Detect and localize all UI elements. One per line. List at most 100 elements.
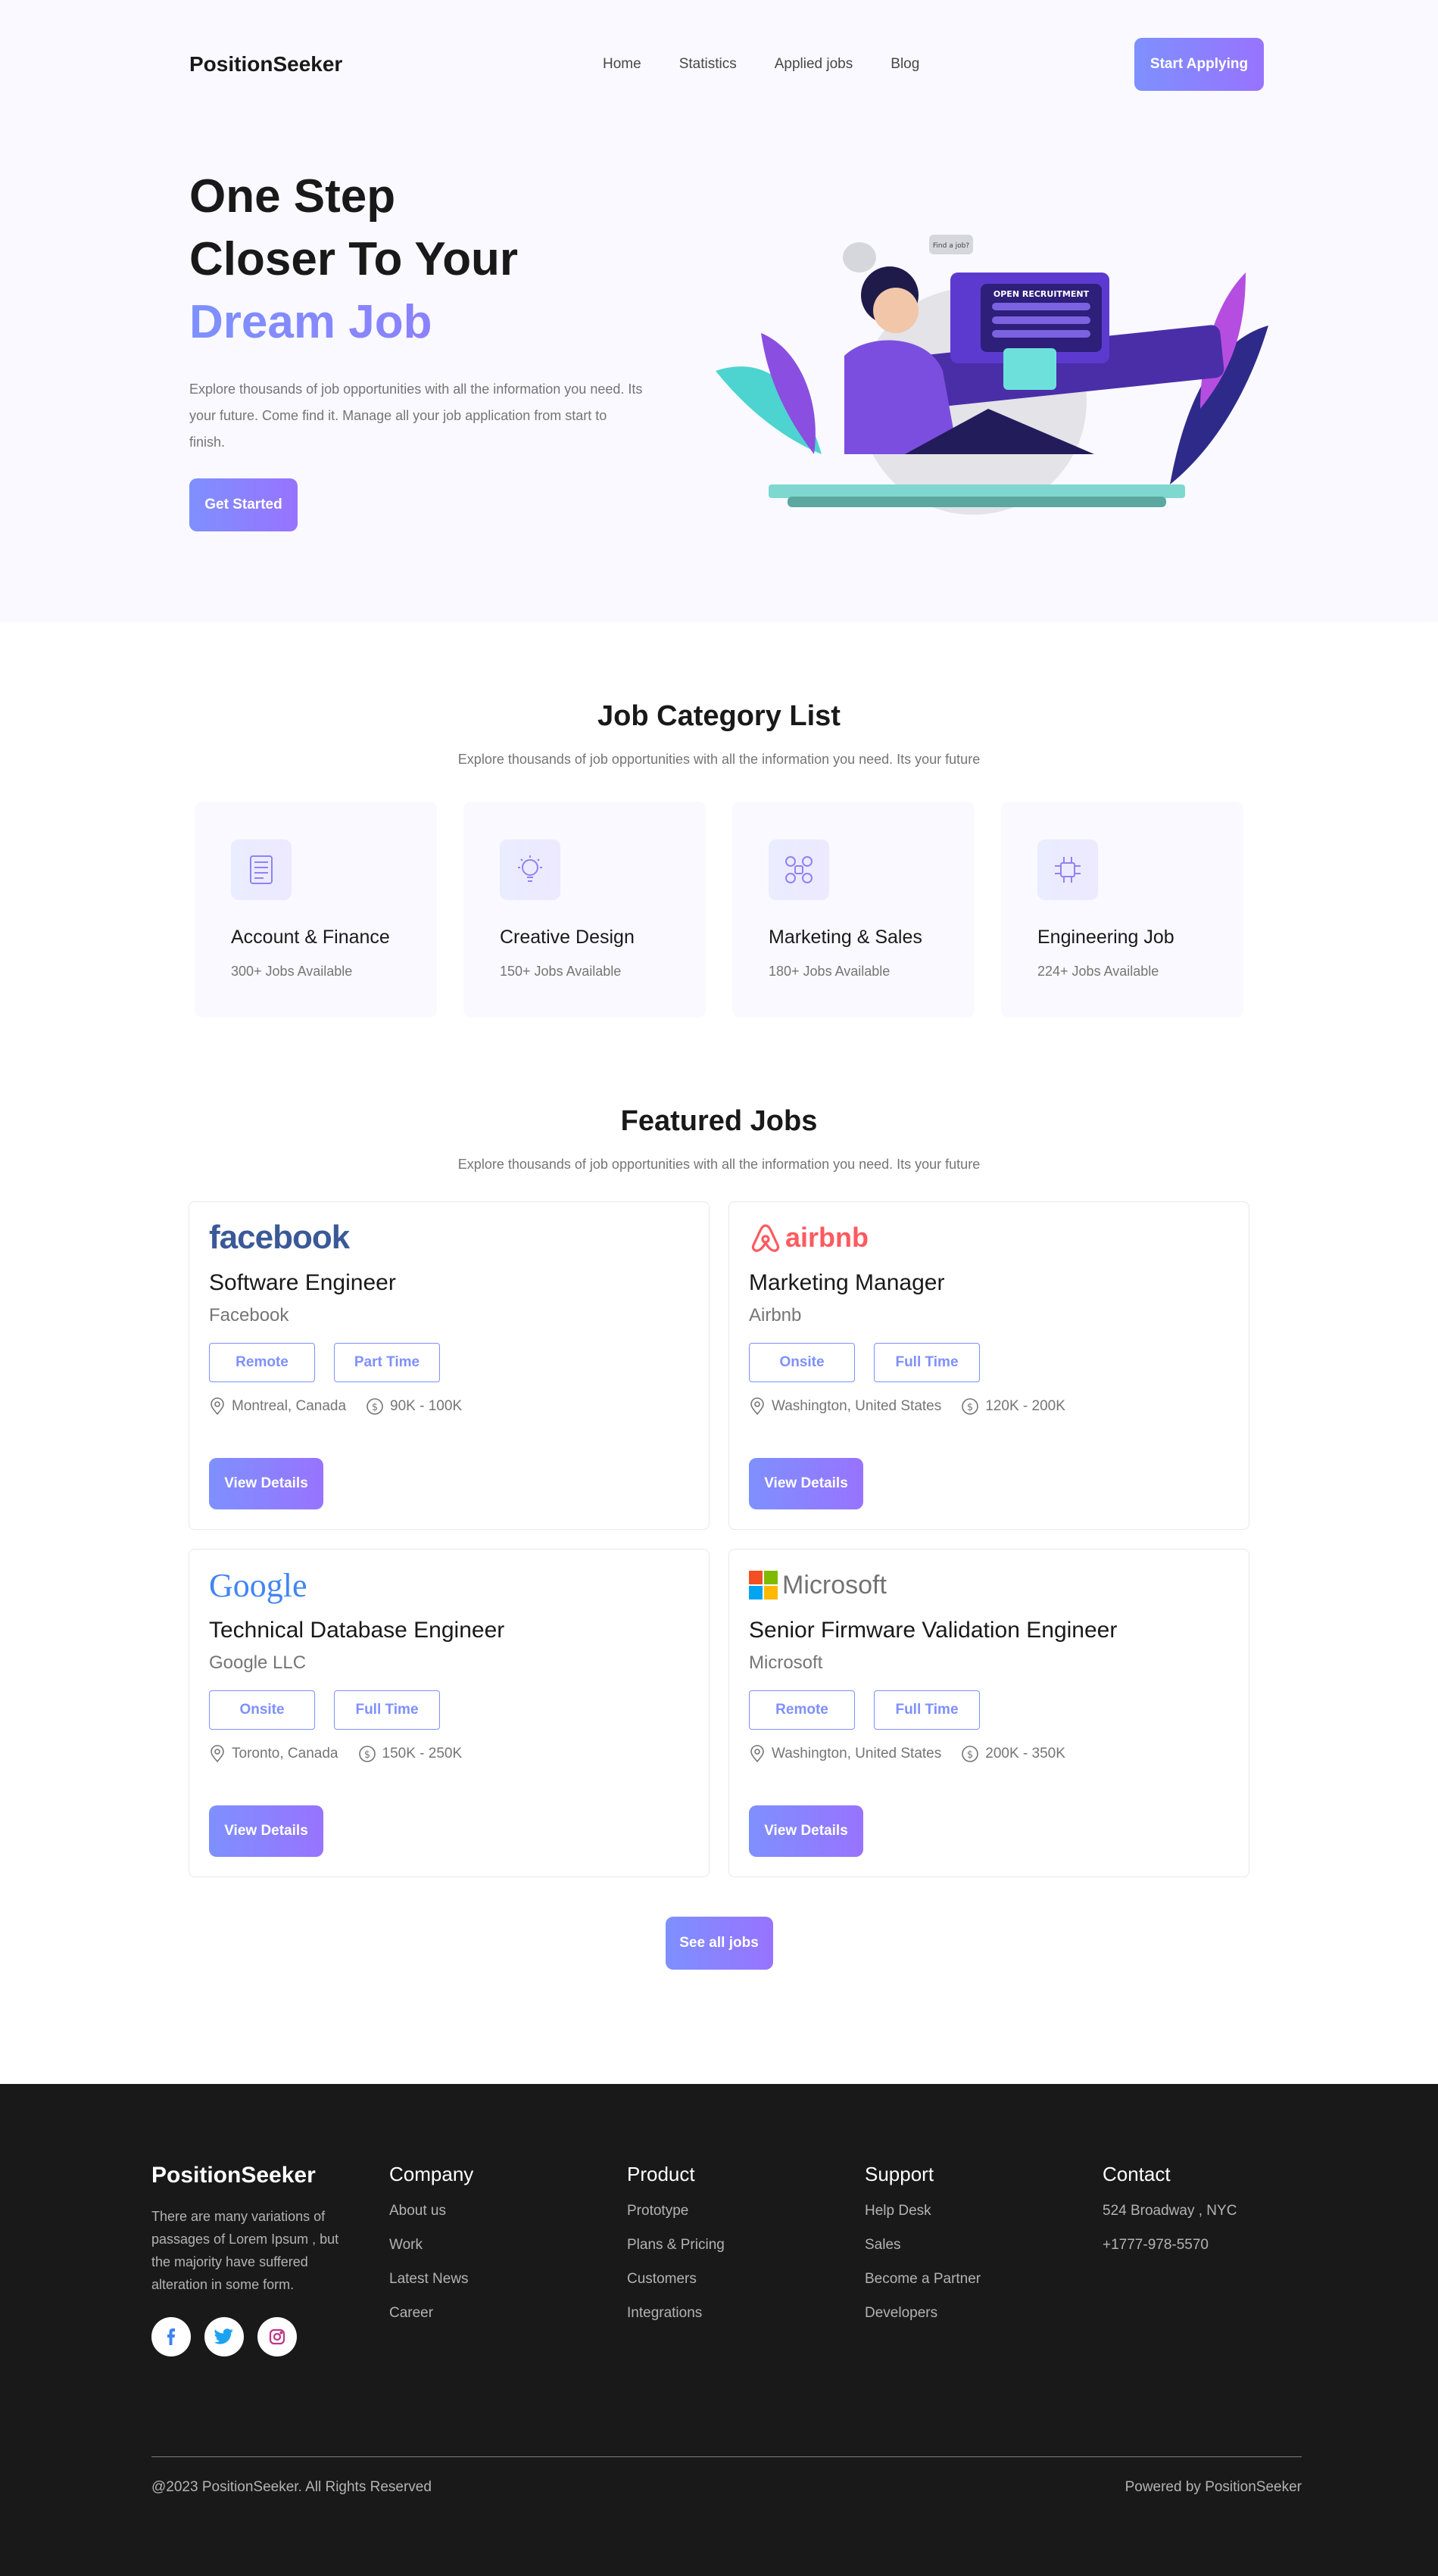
footer-link-work[interactable]: Work <box>389 2228 627 2262</box>
illustration-bubble-text: Find a job? <box>933 242 969 250</box>
category-count: 180+ Jobs Available <box>769 964 891 979</box>
job-card-senior-firmware-validation-engineer: Microsoft Senior Firmware Validation Eng… <box>728 1549 1249 1877</box>
view-details-button[interactable]: View Details <box>209 1805 323 1857</box>
featured-jobs-section: Featured Jobs Explore thousands of job o… <box>0 1105 1438 1970</box>
footer-brand[interactable]: PositionSeeker <box>151 2163 389 2188</box>
footer-powered-by: Powered by PositionSeeker <box>1125 2479 1302 2495</box>
hero-title-accent: Dream Job <box>189 291 659 354</box>
footer-link-customers[interactable]: Customers <box>627 2262 865 2296</box>
svg-text:$: $ <box>967 1749 973 1761</box>
job-tags: Onsite Full Time <box>209 1690 689 1730</box>
svg-text:$: $ <box>372 1402 378 1413</box>
dollar-icon: $ <box>367 1398 383 1415</box>
footer-link-about-us[interactable]: About us <box>389 2194 627 2228</box>
category-count: 224+ Jobs Available <box>1037 964 1159 979</box>
footer-link-plans-pricing[interactable]: Plans & Pricing <box>627 2228 865 2262</box>
twitter-icon[interactable] <box>204 2317 244 2356</box>
job-tag-part-time: Part Time <box>334 1343 440 1382</box>
google-logo: Google <box>209 1566 307 1604</box>
job-tag-remote: Remote <box>209 1343 315 1382</box>
job-category-section: Job Category List Explore thousands of j… <box>0 700 1438 1017</box>
footer-link-latest-news[interactable]: Latest News <box>389 2262 627 2296</box>
job-tag-remote: Remote <box>749 1690 855 1730</box>
category-name: Creative Design <box>500 927 635 948</box>
footer-heading-support: Support <box>865 2163 934 2185</box>
footer-copyright: @2023 PositionSeeker. All Rights Reserve… <box>151 2479 432 2495</box>
footer-heading-contact: Contact <box>1103 2163 1171 2185</box>
location-pin-icon <box>211 1397 224 1416</box>
view-details-button[interactable]: View Details <box>749 1458 863 1509</box>
job-tag-full-time: Full Time <box>874 1690 980 1730</box>
dollar-icon: $ <box>962 1746 979 1762</box>
footer-phone[interactable]: +1777-978-5570 <box>1103 2228 1277 2262</box>
see-all-jobs-button[interactable]: See all jobs <box>665 1917 773 1970</box>
footer-link-developers[interactable]: Developers <box>865 2296 1103 2330</box>
footer-link-career[interactable]: Career <box>389 2296 627 2330</box>
footer-link-prototype[interactable]: Prototype <box>627 2194 865 2228</box>
nav-link-applied-jobs[interactable]: Applied jobs <box>775 56 853 73</box>
view-details-button[interactable]: View Details <box>749 1805 863 1857</box>
facebook-icon[interactable] <box>151 2317 191 2356</box>
nav-link-blog[interactable]: Blog <box>891 56 919 73</box>
footer-divider <box>151 2456 1302 2457</box>
instagram-icon[interactable] <box>257 2317 297 2356</box>
svg-text:$: $ <box>967 1402 973 1413</box>
footer-support: Support Help Desk Sales Become a Partner… <box>865 2160 1103 2356</box>
category-list: Account & Finance 300+ Jobs Available Cr… <box>0 802 1438 1017</box>
footer-link-help-desk[interactable]: Help Desk <box>865 2194 1103 2228</box>
nav-link-home[interactable]: Home <box>603 56 641 73</box>
footer-link-become-partner[interactable]: Become a Partner <box>865 2262 1103 2296</box>
job-company: Airbnb <box>749 1305 802 1325</box>
footer-link-integrations[interactable]: Integrations <box>627 2296 865 2330</box>
job-meta: Washington, United States $ 200K - 350K <box>749 1745 1229 1763</box>
hero-title: One Step Closer To Your Dream Job <box>189 165 659 354</box>
job-tag-onsite: Onsite <box>209 1690 315 1730</box>
job-title: Software Engineer <box>209 1270 396 1295</box>
job-meta: Washington, United States $ 120K - 200K <box>749 1397 1229 1416</box>
nav-link-statistics[interactable]: Statistics <box>679 56 737 73</box>
job-tags: Remote Full Time <box>749 1690 1229 1730</box>
view-details-button[interactable]: View Details <box>209 1458 323 1509</box>
job-company: Google LLC <box>209 1652 307 1673</box>
hero-title-line1: One Step <box>189 170 396 223</box>
hero-title-line2: Closer To Your <box>189 233 519 285</box>
category-name: Marketing & Sales <box>769 927 922 948</box>
hero-description: Explore thousands of job opportunities w… <box>189 382 643 450</box>
job-tag-onsite: Onsite <box>749 1343 855 1382</box>
marketing-icon <box>769 839 829 900</box>
job-title: Technical Database Engineer <box>209 1618 505 1643</box>
footer-address: 524 Broadway , NYC <box>1103 2202 1237 2219</box>
category-count: 150+ Jobs Available <box>500 964 622 979</box>
featured-section-title: Featured Jobs <box>620 1105 818 1137</box>
category-card-creative-design[interactable]: Creative Design 150+ Jobs Available <box>463 802 706 1017</box>
job-salary: 200K - 350K <box>985 1746 1065 1761</box>
job-location: Montreal, Canada <box>232 1398 347 1414</box>
location-pin-icon <box>750 1745 764 1763</box>
chip-icon <box>1037 839 1098 900</box>
hero-text: One Step Closer To Your Dream Job Explor… <box>189 165 659 531</box>
location-pin-icon <box>211 1745 224 1763</box>
footer-link-sales[interactable]: Sales <box>865 2228 1103 2262</box>
footer-heading-company: Company <box>389 2163 474 2185</box>
category-card-account-finance[interactable]: Account & Finance 300+ Jobs Available <box>195 802 437 1017</box>
category-card-marketing-sales[interactable]: Marketing & Sales 180+ Jobs Available <box>732 802 975 1017</box>
start-applying-button[interactable]: Start Applying <box>1134 38 1264 91</box>
microsoft-logo: Microsoft <box>749 1566 1229 1604</box>
footer-heading-product: Product <box>627 2163 695 2185</box>
brand-logo[interactable]: PositionSeeker <box>189 52 342 76</box>
job-company: Facebook <box>209 1305 289 1325</box>
job-tags: Onsite Full Time <box>749 1343 1229 1382</box>
top-navbar: PositionSeeker Home Statistics Applied j… <box>189 38 1264 91</box>
job-list: facebook Software Engineer Facebook Remo… <box>0 1201 1438 1877</box>
hero-illustration: OPEN RECRUITMENT Find a job? <box>716 227 1268 515</box>
job-meta: Toronto, Canada $ 150K - 250K <box>209 1745 689 1763</box>
category-count: 300+ Jobs Available <box>231 964 353 979</box>
job-card-marketing-manager: airbnb Marketing Manager Airbnb Onsite F… <box>728 1201 1249 1530</box>
accounts-icon <box>231 839 292 900</box>
get-started-button[interactable]: Get Started <box>189 478 298 531</box>
category-card-engineering[interactable]: Engineering Job 224+ Jobs Available <box>1001 802 1243 1017</box>
footer-about: PositionSeeker There are many variations… <box>151 2160 389 2356</box>
job-location: Washington, United States <box>772 1398 942 1414</box>
hero-section: PositionSeeker Home Statistics Applied j… <box>0 0 1438 622</box>
job-salary: 150K - 250K <box>382 1746 463 1761</box>
